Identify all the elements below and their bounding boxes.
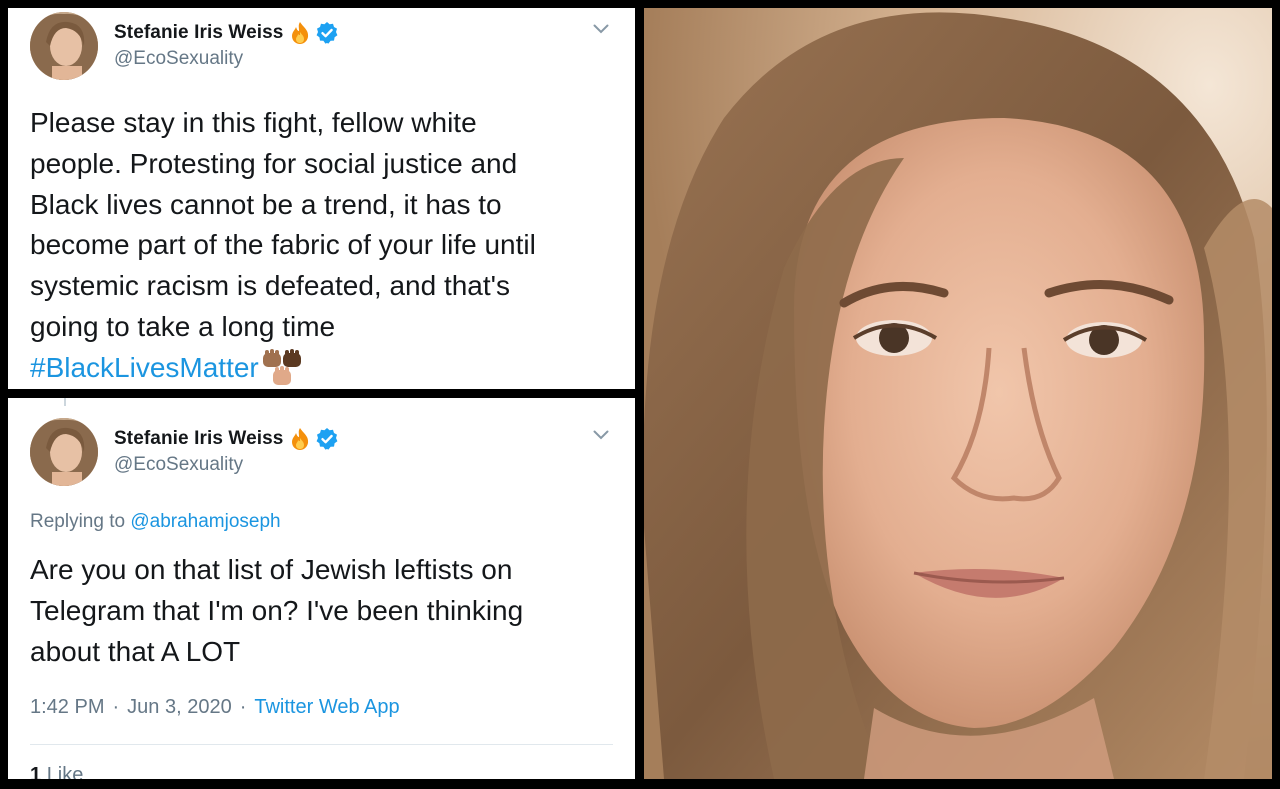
portrait-image	[644, 8, 1272, 779]
likes-label: Like	[46, 764, 84, 779]
author-name-row: Stefanie Iris Weiss	[114, 20, 339, 46]
raised-fists-emoji-icon	[262, 349, 301, 386]
tweet-text: Are you on that list of Jewish leftists …	[30, 550, 620, 672]
meta-separator: ·	[239, 696, 247, 718]
fire-emoji-icon	[292, 428, 309, 450]
author-name-row: Stefanie Iris Weiss	[114, 426, 339, 452]
verified-badge-icon	[317, 22, 338, 44]
chevron-down-icon[interactable]	[593, 24, 609, 34]
thread-connector	[64, 398, 66, 406]
handle[interactable]: @EcoSexuality	[114, 454, 243, 476]
tweet-card-bottom: Stefanie Iris Weiss @EcoSexuality Replyi…	[8, 398, 635, 779]
tweet-card-top: Stefanie Iris Weiss @EcoSexuality Please…	[8, 8, 635, 389]
tweet-date[interactable]: Jun 3, 2020	[127, 696, 232, 719]
fist-medium-icon	[262, 349, 281, 368]
avatar[interactable]	[30, 418, 98, 486]
tweet-text-line: people. Protesting for social justice an…	[30, 147, 518, 179]
portrait-photo	[644, 8, 1272, 779]
fire-emoji-icon	[292, 22, 309, 44]
tweet-time[interactable]: 1:42 PM	[30, 696, 104, 719]
tweet-text-line: Are you on that list of Jewish leftists …	[30, 554, 513, 585]
replying-to: Replying to @abrahamjoseph	[30, 511, 281, 533]
likes-number: 1	[30, 764, 42, 779]
avatar[interactable]	[30, 12, 98, 80]
display-name[interactable]: Stefanie Iris Weiss	[114, 428, 283, 450]
tweet-text-line: about that A LOT	[30, 635, 241, 667]
display-name[interactable]: Stefanie Iris Weiss	[114, 22, 283, 44]
handle[interactable]: @EcoSexuality	[114, 48, 243, 70]
tweet-text-line: Black lives cannot be a trend, it has to	[30, 188, 502, 220]
tweet-text-line: Telegram that I'm on? I've been thinking	[30, 594, 524, 626]
tweet-text-line: Please stay in this fight, fellow white	[30, 107, 477, 138]
tweet-meta: 1:42 PM · Jun 3, 2020 · Twitter Web App	[30, 696, 400, 719]
meta-separator: ·	[112, 696, 120, 718]
tweet-text-line: become part of the fabric of your life u…	[30, 229, 536, 261]
hashtag-link[interactable]: #BlackLivesMatter	[30, 348, 259, 389]
tweet-source-link[interactable]: Twitter Web App	[254, 696, 399, 719]
verified-badge-icon	[317, 428, 338, 450]
divider	[30, 744, 613, 745]
tweet-text-line: systemic racism is defeated, and that's	[30, 270, 510, 302]
tweet-text: Please stay in this fight, fellow white …	[30, 103, 620, 389]
replying-prefix: Replying to	[30, 511, 126, 532]
chevron-down-icon[interactable]	[593, 430, 609, 440]
replying-to-user-link[interactable]: @abrahamjoseph	[130, 511, 280, 532]
tweet-text-line: going to take a long time	[30, 310, 336, 342]
hashtag-line: #BlackLivesMatter	[30, 348, 620, 389]
likes-count[interactable]: 1 Like	[30, 764, 83, 779]
